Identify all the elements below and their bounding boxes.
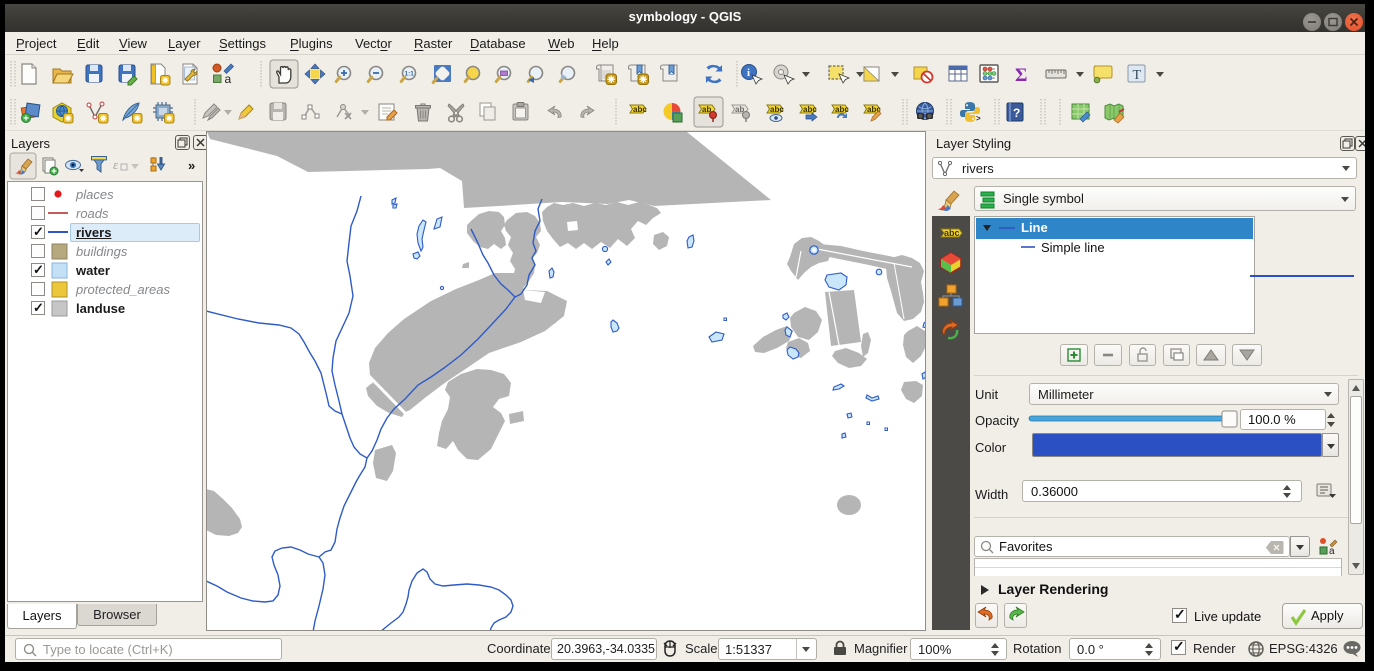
svg-text:>: > — [976, 114, 981, 123]
svg-text:?: ? — [1013, 106, 1020, 120]
svg-text:i: i — [747, 67, 750, 79]
svg-text:abc: abc — [835, 105, 849, 114]
svg-text:T: T — [1133, 68, 1142, 83]
svg-text:1:1: 1:1 — [405, 71, 415, 78]
svg-text:abc: abc — [633, 105, 647, 114]
svg-text:a: a — [225, 72, 232, 86]
svg-text:abc: abc — [944, 228, 960, 238]
svg-text:a: a — [1329, 546, 1335, 557]
svg-text:ε: ε — [113, 157, 119, 172]
svg-text:»: » — [188, 158, 195, 173]
svg-text:abc: abc — [770, 105, 784, 114]
svg-text:Σ: Σ — [1015, 65, 1027, 86]
svg-text:abc: abc — [803, 105, 817, 114]
